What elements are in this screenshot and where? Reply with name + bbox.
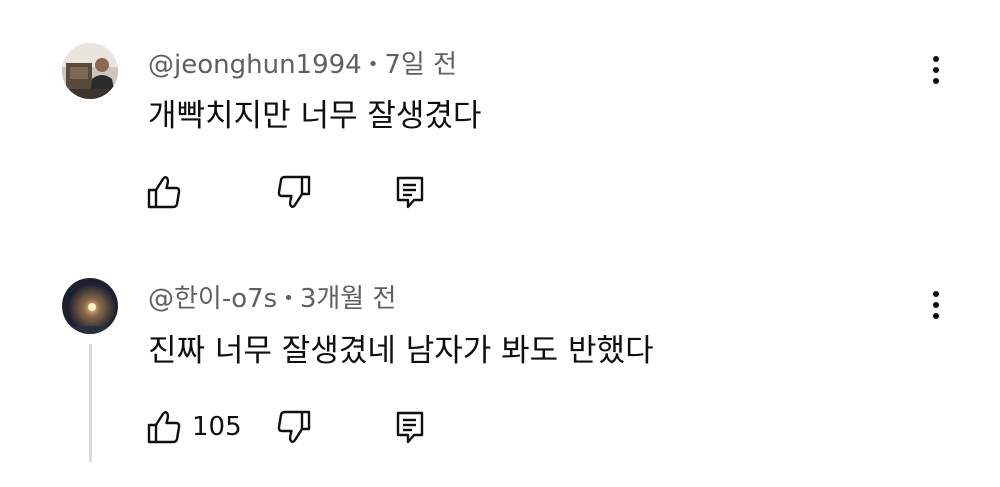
reply-button[interactable] bbox=[392, 174, 428, 210]
author-avatar[interactable] bbox=[62, 278, 118, 334]
like-button[interactable] bbox=[146, 409, 182, 445]
more-vertical-icon bbox=[933, 291, 939, 319]
thumbs-up-icon bbox=[147, 411, 181, 444]
comment-time: 3개월 전 bbox=[299, 284, 397, 314]
reply-thread-line bbox=[89, 344, 92, 462]
comment-menu-button[interactable] bbox=[920, 50, 952, 90]
comment-text: 진짜 너무 잘생겼네 남자가 봐도 반했다 bbox=[148, 333, 654, 369]
comment-meta: @한이-o7s • 3개월 전 bbox=[148, 283, 396, 315]
reply-button[interactable] bbox=[392, 409, 428, 445]
like-button[interactable] bbox=[146, 174, 182, 210]
dislike-button[interactable] bbox=[276, 409, 312, 445]
author-name[interactable]: @jeonghun1994 bbox=[148, 50, 362, 80]
thumbs-down-icon bbox=[277, 175, 311, 208]
reply-comment-icon bbox=[396, 176, 424, 209]
avatar-photo-icon bbox=[62, 43, 118, 99]
author-name[interactable]: @한이-o7s bbox=[148, 284, 277, 314]
like-count: 105 bbox=[192, 412, 242, 442]
comment-time: 7일 전 bbox=[384, 50, 457, 80]
meta-separator: • bbox=[283, 288, 294, 309]
more-vertical-icon bbox=[933, 56, 939, 84]
comment-text: 개빡치지만 너무 잘생겼다 bbox=[148, 98, 482, 134]
dislike-button[interactable] bbox=[276, 174, 312, 210]
reply-comment-icon bbox=[396, 411, 424, 444]
thumbs-up-icon bbox=[147, 176, 181, 209]
avatar-photo-icon bbox=[62, 278, 118, 334]
comment-meta: @jeonghun1994 • 7일 전 bbox=[148, 49, 457, 81]
meta-separator: • bbox=[367, 54, 379, 75]
thumbs-down-icon bbox=[277, 410, 311, 443]
comment-menu-button[interactable] bbox=[920, 285, 952, 325]
author-avatar[interactable] bbox=[62, 43, 118, 99]
